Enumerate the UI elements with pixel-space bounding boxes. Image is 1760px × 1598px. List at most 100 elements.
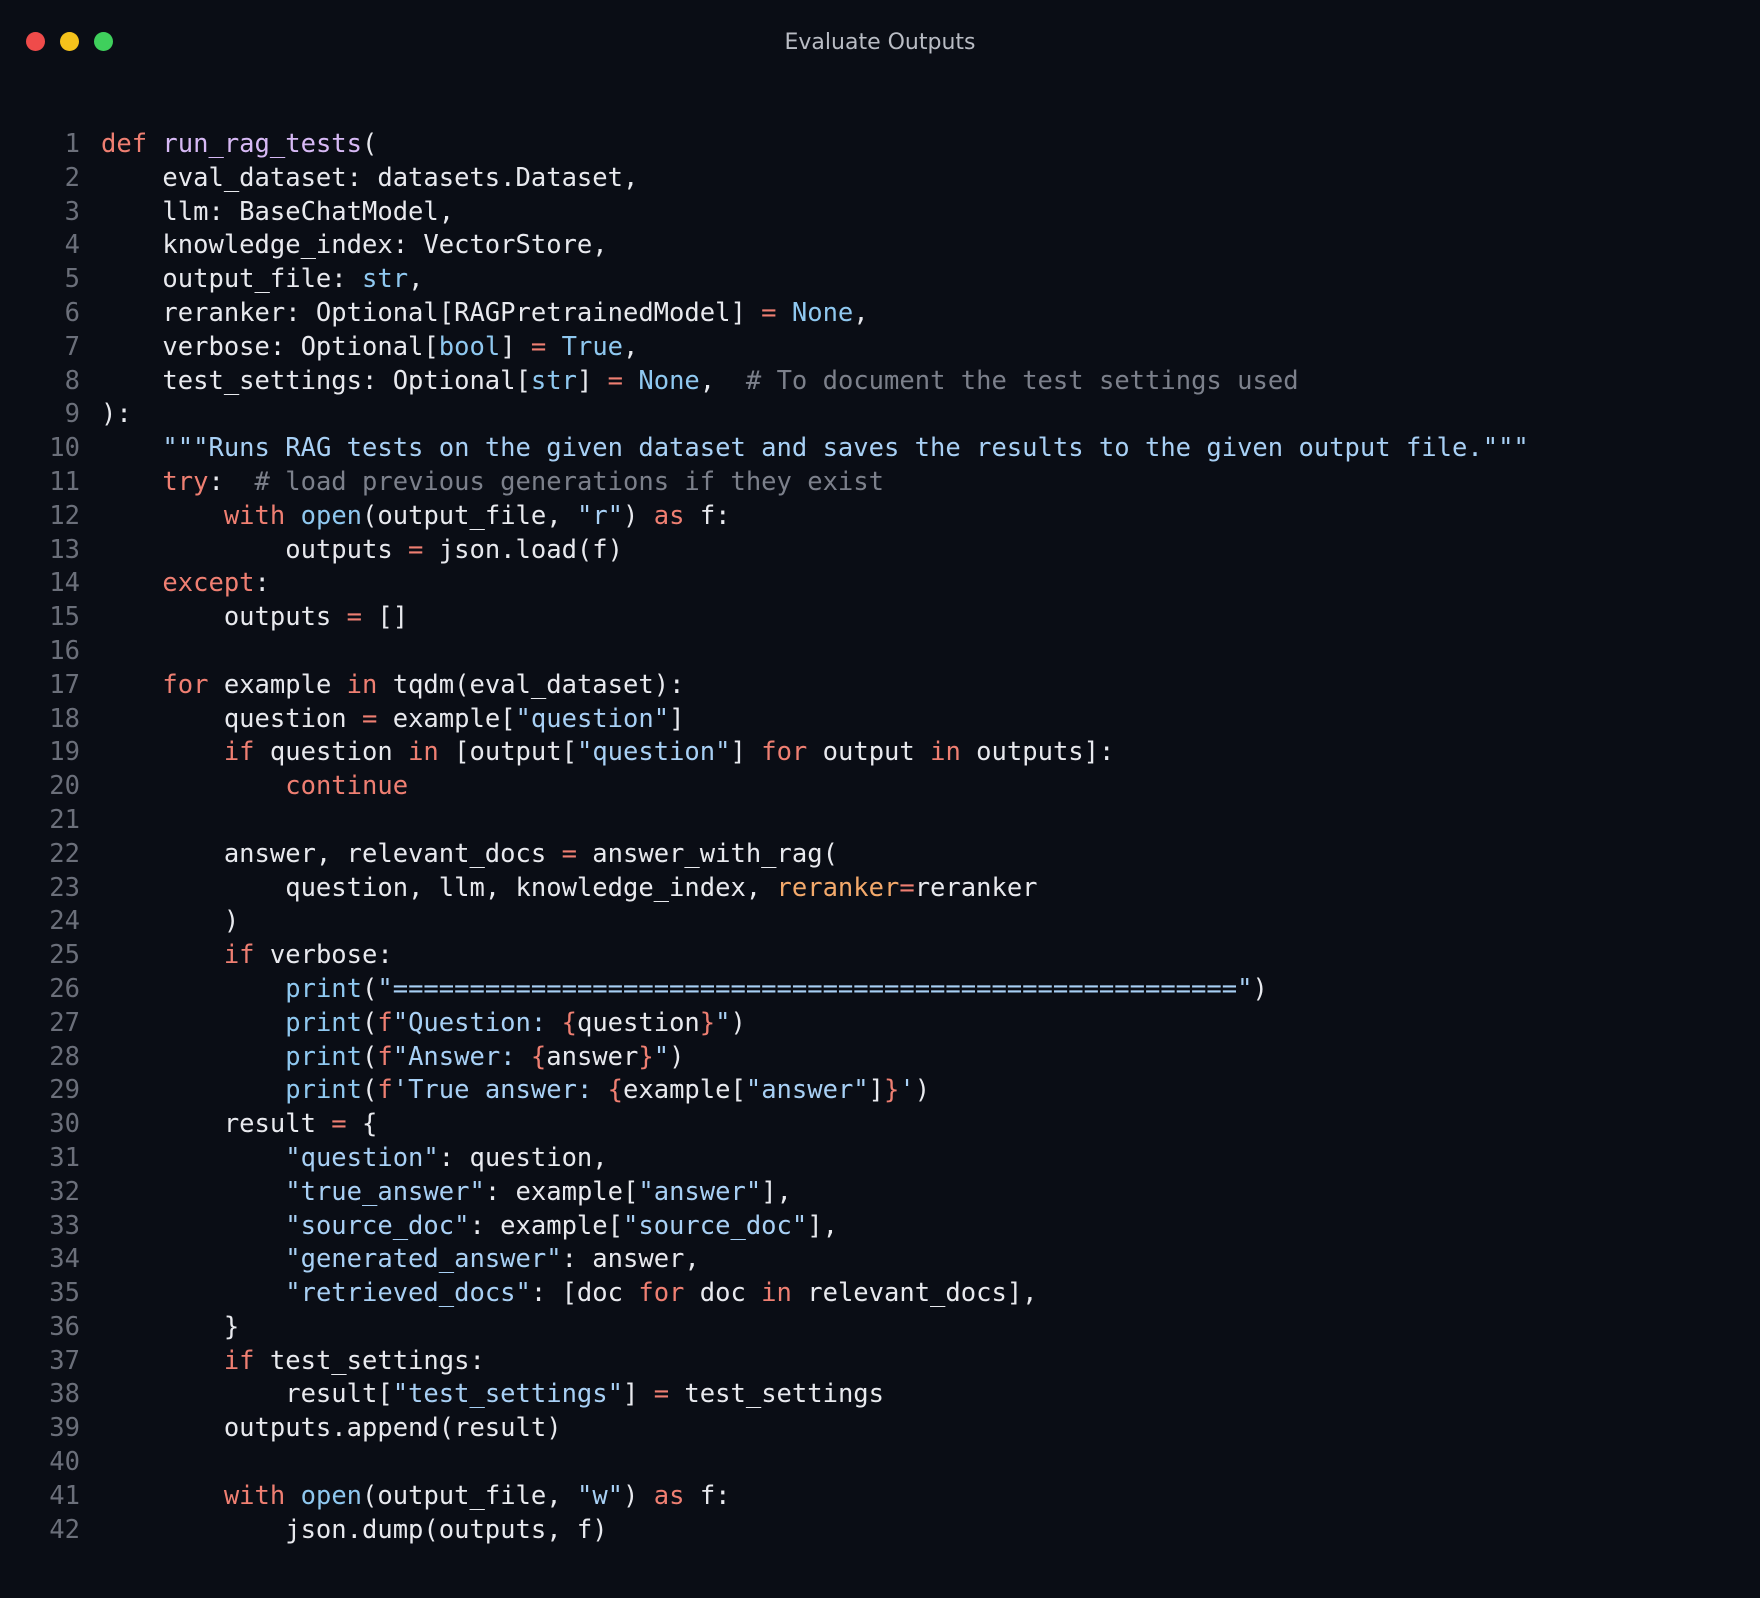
code-token: run_rag_tests: [162, 129, 363, 159]
line-number: 1: [64, 129, 80, 159]
code-token: output_file:: [101, 264, 362, 295]
line-number: 33: [49, 1210, 80, 1241]
code-token: "=======================================…: [377, 973, 1253, 1004]
code-text: outputs = json.load(f): [101, 534, 623, 568]
code-token: llm: BaseChatModel,: [101, 196, 455, 227]
code-line: 6 reranker: Optional[RAGPretrainedModel]…: [0, 297, 1760, 331]
code-text: question = example["question"]: [101, 703, 685, 737]
line-number: 29: [49, 1075, 80, 1106]
line-number: 37: [49, 1345, 80, 1376]
title-bar: Evaluate Outputs: [0, 0, 1760, 86]
code-token: in: [346, 669, 378, 700]
code-token: {: [530, 1041, 547, 1072]
line-number: 21: [49, 804, 80, 835]
code-token: "answer": [745, 1075, 869, 1106]
code-token: for: [761, 737, 808, 768]
code-text: print(f'True answer: {example["answer"]}…: [101, 1074, 930, 1108]
code-editor[interactable]: 1 def run_rag_tests(2 eval_dataset: datas…: [0, 128, 1760, 1547]
code-token: (: [362, 129, 378, 159]
code-text: "question": question,: [101, 1142, 607, 1176]
code-token: }: [638, 1041, 654, 1072]
code-token: if: [223, 940, 255, 971]
code-token: example: [208, 669, 347, 700]
line-number: 6: [64, 297, 80, 328]
code-line: 8 test_settings: Optional[str] = None, #…: [0, 365, 1760, 399]
code-token: "question": [515, 703, 670, 734]
code-line: 11 try: # load previous generations if t…: [0, 466, 1760, 500]
line-number: 22: [49, 838, 80, 869]
code-text: verbose: Optional[bool] = True,: [101, 331, 638, 365]
line-number: 23: [49, 872, 80, 903]
code-token: (output_file,: [362, 1480, 577, 1511]
code-text: except:: [101, 567, 269, 601]
code-token: ]: [623, 1379, 654, 1410]
code-text: print("=================================…: [101, 973, 1268, 1007]
line-number: 18: [49, 703, 80, 734]
code-line: 29 print(f'True answer: {example["answer…: [0, 1074, 1760, 1108]
code-token: reranker: Optional[RAGPretrainedModel]: [101, 297, 762, 328]
code-token: =: [408, 534, 424, 565]
code-token: ],: [807, 1210, 838, 1241]
code-token: verbose: Optional[: [101, 331, 439, 362]
code-text: continue: [101, 770, 408, 804]
code-token: output: [807, 737, 931, 768]
code-token: question: [576, 1007, 700, 1038]
code-window: Evaluate Outputs 1 def run_rag_tests(2 ev…: [0, 0, 1760, 1598]
window-title: Evaluate Outputs: [784, 30, 976, 55]
line-number: 19: [49, 737, 80, 768]
line-number: 4: [64, 230, 80, 261]
code-token: (: [362, 1007, 378, 1038]
code-token: print: [285, 973, 362, 1004]
code-text: outputs.append(result): [101, 1412, 562, 1446]
code-line: 25 if verbose:: [0, 939, 1760, 973]
code-line: 22 answer, relevant_docs = answer_with_r…: [0, 838, 1760, 872]
code-token: """Runs RAG tests on the given dataset a…: [162, 433, 1529, 464]
code-token: "test_settings": [392, 1379, 623, 1410]
code-token: : [doc: [530, 1278, 639, 1309]
line-number: 28: [49, 1041, 80, 1072]
code-line: 5 output_file: str,: [0, 263, 1760, 297]
code-line: 3 llm: BaseChatModel,: [0, 196, 1760, 230]
code-token: verbose:: [254, 940, 393, 971]
code-token: if: [223, 1345, 255, 1376]
line-number: 27: [49, 1007, 80, 1038]
code-line: 39 outputs.append(result): [0, 1412, 1760, 1446]
line-number: 35: [49, 1278, 80, 1309]
code-token: continue: [285, 771, 409, 802]
code-line: 38 result["test_settings"] = test_settin…: [0, 1378, 1760, 1412]
code-token: outputs: [101, 602, 347, 633]
code-token: answer: [546, 1041, 639, 1072]
line-number: 11: [49, 466, 80, 497]
code-line: 37 if test_settings:: [0, 1345, 1760, 1379]
code-token: ]: [500, 331, 531, 362]
code-token: }: [699, 1007, 716, 1038]
code-token: # To document the test settings used: [745, 365, 1299, 396]
code-line: 15 outputs = []: [0, 601, 1760, 635]
code-token: =: [899, 872, 915, 903]
code-token: ): [623, 1480, 654, 1511]
code-text: ):: [101, 398, 132, 432]
code-token: eval_dataset: datasets.Dataset,: [101, 162, 639, 193]
code-line: 12 with open(output_file, "r") as f:: [0, 500, 1760, 534]
code-token: ): [669, 1041, 685, 1072]
code-token: {: [346, 1109, 378, 1140]
code-token: =: [653, 1379, 670, 1410]
code-text: reranker: Optional[RAGPretrainedModel] =…: [101, 297, 868, 331]
code-text: """Runs RAG tests on the given dataset a…: [101, 432, 1529, 466]
code-line: 26 print("==============================…: [0, 973, 1760, 1007]
code-token: in: [761, 1278, 792, 1309]
code-token: "Question:: [392, 1007, 562, 1038]
code-token: question, llm, knowledge_index,: [101, 872, 777, 903]
code-token: ):: [101, 399, 132, 430]
code-line: 14 except:: [0, 567, 1760, 601]
